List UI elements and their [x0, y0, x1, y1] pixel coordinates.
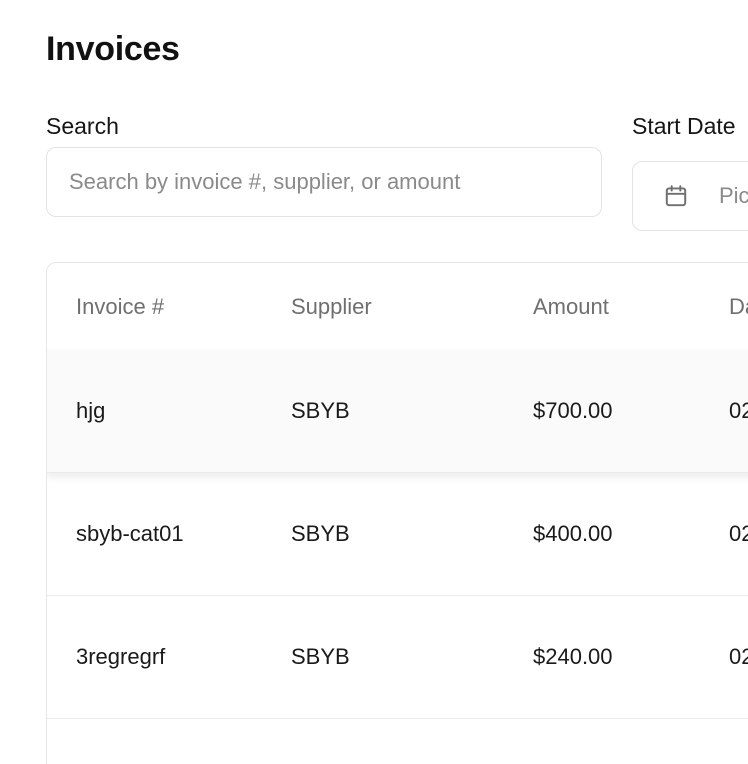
- invoice-number-cell: hjg: [76, 398, 106, 423]
- supplier-cell: SBYB: [291, 398, 350, 423]
- supplier-cell: SBYB: [291, 521, 350, 546]
- search-input[interactable]: [46, 147, 602, 217]
- table-header: Invoice # Supplier Amount Date: [47, 263, 748, 351]
- date-cell: 02: [729, 398, 748, 423]
- date-cell: 02: [729, 644, 748, 669]
- column-header-invoice[interactable]: Invoice #: [76, 263, 164, 350]
- start-date-label: Start Date: [632, 113, 736, 139]
- search-label: Search: [46, 113, 119, 139]
- invoices-table: Invoice # Supplier Amount Date hjg SBYB …: [46, 262, 748, 764]
- table-row[interactable]: 3regregrf SBYB $240.00 02: [47, 596, 748, 719]
- date-cell: 02: [729, 521, 748, 546]
- supplier-cell: SBYB: [291, 644, 350, 669]
- table-row[interactable]: hjg SBYB $700.00 02: [47, 350, 748, 473]
- amount-cell: $700.00: [533, 398, 613, 423]
- table-row[interactable]: sbyb-cat01 SBYB $400.00 02: [47, 473, 748, 596]
- amount-cell: $400.00: [533, 521, 613, 546]
- page-title: Invoices: [46, 30, 180, 68]
- amount-cell: $240.00: [533, 644, 613, 669]
- invoice-number-cell: 3regregrf: [76, 644, 166, 669]
- column-header-amount[interactable]: Amount: [533, 263, 609, 350]
- calendar-icon: [663, 183, 689, 209]
- column-header-date[interactable]: Date: [729, 263, 748, 350]
- start-date-picker[interactable]: Pick a date: [632, 161, 748, 231]
- invoices-page: Invoices Search Start Date Pick a date I…: [0, 0, 748, 764]
- invoice-number-cell: sbyb-cat01: [76, 521, 184, 546]
- start-date-placeholder: Pick a date: [719, 183, 748, 208]
- column-header-supplier[interactable]: Supplier: [291, 263, 372, 350]
